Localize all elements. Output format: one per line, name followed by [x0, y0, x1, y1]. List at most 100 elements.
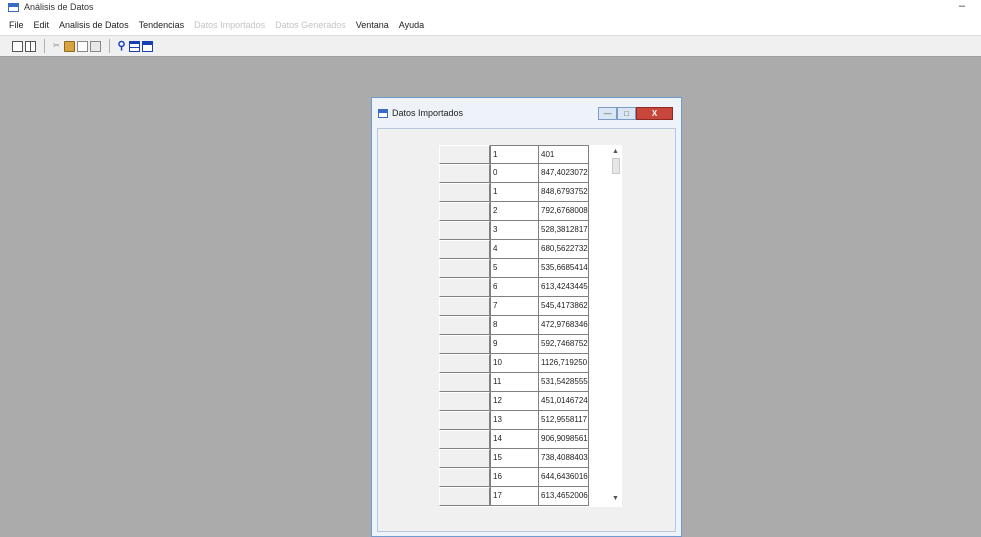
value-cell[interactable]: 680,5622732: [539, 240, 589, 259]
child-client-area: 1 401 0 847,4023072 1 848,6793752 2 792,67680…: [377, 128, 676, 532]
value-cell[interactable]: 848,6793752: [539, 183, 589, 202]
value-cell[interactable]: 738,4088403: [539, 449, 589, 468]
index-cell[interactable]: 7: [490, 297, 539, 316]
value-cell[interactable]: 472,9768346: [539, 316, 589, 335]
grid-icon[interactable]: [25, 40, 36, 52]
row-header-cell[interactable]: [439, 145, 490, 164]
child-window-icon: [378, 108, 388, 118]
menu-datos-importados[interactable]: Datos Importados: [189, 20, 270, 30]
value-cell[interactable]: 451,0146724: [539, 392, 589, 411]
index-cell[interactable]: 4: [490, 240, 539, 259]
paste-icon[interactable]: [90, 40, 101, 52]
child-minimize-button[interactable]: —: [598, 107, 617, 120]
value-cell[interactable]: 613,4652006: [539, 487, 589, 506]
row-header-cell[interactable]: [439, 335, 490, 354]
child-title-bar[interactable]: Datos Importados — □ X: [372, 98, 681, 128]
index-cell[interactable]: 13: [490, 411, 539, 430]
app-window-icon: [8, 2, 19, 12]
data-grid[interactable]: 1 401 0 847,4023072 1 848,6793752 2 792,67680…: [439, 145, 622, 507]
value-cell[interactable]: 535,6685414: [539, 259, 589, 278]
index-cell[interactable]: 6: [490, 278, 539, 297]
child-maximize-button[interactable]: □: [617, 107, 636, 120]
menu-datos-generados[interactable]: Datos Generados: [270, 20, 351, 30]
app-title-bar: Análisis de Datos –: [0, 0, 981, 14]
value-cell[interactable]: 792,6768008: [539, 202, 589, 221]
value-cell[interactable]: 644,6436016: [539, 468, 589, 487]
row-header-cell[interactable]: [439, 411, 490, 430]
index-cell[interactable]: 2: [490, 202, 539, 221]
value-cell[interactable]: 512,9558117: [539, 411, 589, 430]
index-cell[interactable]: 15: [490, 449, 539, 468]
value-cell[interactable]: 906,9098561: [539, 430, 589, 449]
menu-ventana[interactable]: Ventana: [351, 20, 394, 30]
row-header-cell[interactable]: [439, 259, 490, 278]
tree-icon[interactable]: ⚲: [116, 40, 127, 52]
index-cell[interactable]: 10: [490, 354, 539, 373]
table-row: 1 848,6793752: [439, 183, 622, 202]
vertical-scrollbar[interactable]: ▲ ▼: [609, 145, 622, 507]
row-header-cell[interactable]: [439, 164, 490, 183]
index-cell[interactable]: 0: [490, 164, 539, 183]
value-cell[interactable]: 592,7468752: [539, 335, 589, 354]
row-header-cell[interactable]: [439, 354, 490, 373]
index-cell[interactable]: 1: [490, 183, 539, 202]
toolbar: ✂ ⚲: [0, 36, 981, 57]
menu-edit[interactable]: Edit: [29, 20, 55, 30]
index-cell[interactable]: 12: [490, 392, 539, 411]
header-index-cell[interactable]: 1: [490, 145, 539, 164]
new-document-icon[interactable]: [12, 40, 23, 52]
row-header-cell[interactable]: [439, 240, 490, 259]
row-header-cell[interactable]: [439, 373, 490, 392]
menu-tendencias[interactable]: Tendencias: [134, 20, 190, 30]
menu-bar: File Edit Analisis de Datos Tendencias D…: [0, 14, 981, 36]
value-cell[interactable]: 528,3812817: [539, 221, 589, 240]
scroll-up-arrow-icon[interactable]: ▲: [609, 145, 622, 158]
table-row: 12 451,0146724: [439, 392, 622, 411]
index-cell[interactable]: 17: [490, 487, 539, 506]
row-header-cell[interactable]: [439, 221, 490, 240]
scroll-thumb[interactable]: [612, 158, 620, 174]
row-header-cell[interactable]: [439, 487, 490, 506]
table-icon[interactable]: [129, 40, 140, 52]
row-header-cell[interactable]: [439, 468, 490, 487]
table-row: 8 472,9768346: [439, 316, 622, 335]
table-row: 7 545,4173862: [439, 297, 622, 316]
minimize-button[interactable]: –: [959, 0, 965, 12]
index-cell[interactable]: 8: [490, 316, 539, 335]
row-header-cell[interactable]: [439, 316, 490, 335]
value-cell[interactable]: 847,4023072: [539, 164, 589, 183]
scroll-down-arrow-icon[interactable]: ▼: [609, 492, 622, 505]
index-cell[interactable]: 5: [490, 259, 539, 278]
row-header-cell[interactable]: [439, 278, 490, 297]
app-title: Análisis de Datos: [24, 2, 94, 12]
index-cell[interactable]: 14: [490, 430, 539, 449]
toolbar-separator: [109, 39, 110, 53]
value-cell[interactable]: 545,4173862: [539, 297, 589, 316]
cut-icon[interactable]: ✂: [51, 41, 62, 52]
copy-icon[interactable]: [77, 40, 88, 52]
row-header-cell[interactable]: [439, 183, 490, 202]
menu-file[interactable]: File: [4, 20, 29, 30]
table-row: 14 906,9098561: [439, 430, 622, 449]
value-cell[interactable]: 1126,719250: [539, 354, 589, 373]
index-cell[interactable]: 3: [490, 221, 539, 240]
row-header-cell[interactable]: [439, 430, 490, 449]
row-header-cell[interactable]: [439, 449, 490, 468]
index-cell[interactable]: 11: [490, 373, 539, 392]
menu-ayuda[interactable]: Ayuda: [394, 20, 429, 30]
index-cell[interactable]: 9: [490, 335, 539, 354]
child-close-button[interactable]: X: [636, 107, 673, 120]
table-row: 3 528,3812817: [439, 221, 622, 240]
row-header-cell[interactable]: [439, 202, 490, 221]
table-row: 11 531,5428555: [439, 373, 622, 392]
window-icon[interactable]: [142, 40, 153, 52]
row-header-cell[interactable]: [439, 392, 490, 411]
header-value-cell[interactable]: 401: [539, 145, 589, 164]
value-cell[interactable]: 613,4243445: [539, 278, 589, 297]
toolbar-separator: [44, 39, 45, 53]
value-cell[interactable]: 531,5428555: [539, 373, 589, 392]
open-folder-icon[interactable]: [64, 40, 75, 52]
menu-analisis-de-datos[interactable]: Analisis de Datos: [54, 20, 134, 30]
index-cell[interactable]: 16: [490, 468, 539, 487]
row-header-cell[interactable]: [439, 297, 490, 316]
